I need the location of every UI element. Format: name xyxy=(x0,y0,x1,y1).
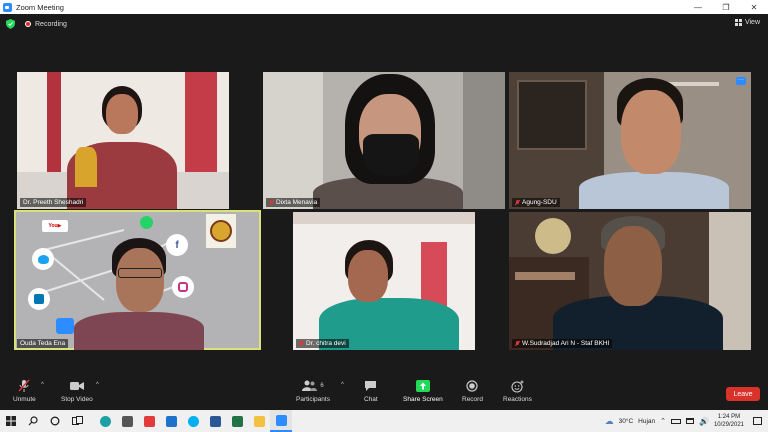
view-label: View xyxy=(744,19,760,26)
clock-date: 10/29/2021 xyxy=(713,422,744,428)
task-view-icon[interactable] xyxy=(66,410,88,432)
video-tile[interactable]: Dixta Menavia xyxy=(263,72,505,209)
chat-label: Chat xyxy=(364,396,378,403)
mic-muted-icon xyxy=(515,199,520,206)
participants-options-caret-icon[interactable]: ^ xyxy=(341,382,344,388)
recording-label: Recording xyxy=(35,20,67,28)
facebook-icon: f xyxy=(166,234,188,256)
hidden-icons-chevron-icon[interactable]: ⌃ xyxy=(660,417,666,425)
maximize-button[interactable]: ❐ xyxy=(712,0,740,14)
skype-icon[interactable] xyxy=(182,410,204,432)
more-options-button[interactable]: ··· xyxy=(736,77,746,85)
battery-icon[interactable] xyxy=(671,418,681,424)
youtube-icon: You▶ xyxy=(42,220,68,232)
store-icon[interactable] xyxy=(116,410,138,432)
face-mask xyxy=(363,134,419,176)
windows-taskbar: ☁ 30°C Hujan ⌃ 🔊 1:24 PM 10/29/2021 xyxy=(0,410,768,432)
cortana-icon[interactable] xyxy=(44,410,66,432)
windows-start-icon[interactable] xyxy=(0,410,22,432)
share-screen-button[interactable]: Share Screen xyxy=(403,379,443,403)
twitter-icon xyxy=(32,248,54,270)
participants-label: Participants xyxy=(296,396,330,403)
linkedin-icon xyxy=(28,288,50,310)
meeting-top-bar: Recording View xyxy=(0,14,768,34)
speaker-volume-icon[interactable]: 🔊 xyxy=(699,417,709,426)
chat-bubble-icon xyxy=(364,379,377,393)
instagram-icon xyxy=(172,276,194,298)
participant-name: Ouda Teda Ena xyxy=(17,339,69,348)
zoom-app-icon xyxy=(3,2,12,12)
stop-video-button[interactable]: Stop Video xyxy=(61,379,93,403)
window-title: Zoom Meeting xyxy=(16,2,64,12)
view-button[interactable]: View xyxy=(734,19,760,26)
share-screen-icon xyxy=(415,379,430,393)
network-icon[interactable] xyxy=(686,418,694,424)
notification-center-icon[interactable] xyxy=(753,417,762,425)
participant-name: W.Sudradjad Ari N - Staf BKHI xyxy=(512,339,613,348)
university-logo xyxy=(206,214,236,248)
video-camera-icon xyxy=(69,379,84,393)
gift-app-icon[interactable] xyxy=(138,410,160,432)
chat-button[interactable]: Chat xyxy=(364,379,378,403)
smiley-plus-icon xyxy=(511,379,524,393)
grid-view-icon xyxy=(734,19,742,26)
video-tile[interactable]: You▶ f Ouda Teda Ena xyxy=(14,210,261,350)
glasses xyxy=(118,268,162,278)
reactions-label: Reactions xyxy=(503,396,532,403)
curtain xyxy=(47,72,61,182)
zoom-taskbar-icon[interactable] xyxy=(270,410,292,432)
reactions-button[interactable]: Reactions xyxy=(503,379,532,403)
system-tray: ☁ 30°C Hujan ⌃ 🔊 1:24 PM 10/29/2021 xyxy=(605,410,768,432)
video-tile[interactable]: W.Sudradjad Ari N - Staf BKHI xyxy=(509,212,751,350)
participants-count: 6 xyxy=(320,383,324,389)
video-tile[interactable]: Dr. Preeth Sheshadri xyxy=(17,72,229,209)
recording-dot-icon xyxy=(25,21,31,27)
mic-muted-icon xyxy=(18,379,30,393)
participant-name: Agung-SDU xyxy=(512,198,560,207)
recording-indicator[interactable]: Recording xyxy=(25,21,67,28)
mail-icon[interactable] xyxy=(160,410,182,432)
word-icon[interactable] xyxy=(204,410,226,432)
unmute-button[interactable]: Unmute xyxy=(13,379,36,403)
record-icon xyxy=(466,379,479,393)
leave-button[interactable]: Leave xyxy=(726,387,760,401)
temperature[interactable]: 30°C xyxy=(619,418,634,425)
video-options-caret-icon[interactable]: ^ xyxy=(96,382,99,388)
weather-cloud-icon: ☁ xyxy=(604,415,614,426)
record-button[interactable]: Record xyxy=(462,379,483,403)
minimize-button[interactable]: — xyxy=(684,0,712,14)
file-explorer-icon[interactable] xyxy=(248,410,270,432)
meeting-toolbar: Unmute ^ Stop Video ^ 6 Participants ^ C… xyxy=(0,374,768,410)
participant-name: Dr. Preeth Sheshadri xyxy=(20,198,87,207)
window-title-bar: Zoom Meeting — ❐ ✕ xyxy=(0,0,768,14)
clock-time: 1:24 PM xyxy=(717,414,741,420)
mic-muted-icon xyxy=(299,340,304,347)
shield-icon[interactable] xyxy=(6,19,15,29)
stop-video-label: Stop Video xyxy=(61,396,93,403)
record-label: Record xyxy=(462,396,483,403)
video-tile[interactable]: ··· Agung-SDU xyxy=(509,72,751,209)
zoom-logo-icon xyxy=(56,318,74,334)
clock[interactable]: 1:24 PM 10/29/2021 xyxy=(714,413,744,429)
participants-button[interactable]: 6 Participants xyxy=(296,379,330,403)
close-button[interactable]: ✕ xyxy=(740,0,768,14)
search-icon[interactable] xyxy=(22,410,44,432)
curtain xyxy=(185,72,217,172)
video-tile[interactable]: Dr. chitra devi xyxy=(293,212,475,350)
flower-vase xyxy=(535,218,571,254)
excel-icon[interactable] xyxy=(226,410,248,432)
participants-icon: 6 xyxy=(302,379,324,393)
edge-browser-icon[interactable] xyxy=(94,410,116,432)
participant-name: Dr. chitra devi xyxy=(296,339,349,348)
weather-condition[interactable]: Hujan xyxy=(638,418,655,425)
mic-muted-icon xyxy=(515,340,520,347)
whatsapp-icon xyxy=(140,216,153,229)
audio-options-caret-icon[interactable]: ^ xyxy=(41,382,44,388)
mic-muted-icon xyxy=(269,199,274,206)
share-screen-label: Share Screen xyxy=(403,396,443,403)
participant-name: Dixta Menavia xyxy=(266,198,321,207)
unmute-label: Unmute xyxy=(13,396,36,403)
